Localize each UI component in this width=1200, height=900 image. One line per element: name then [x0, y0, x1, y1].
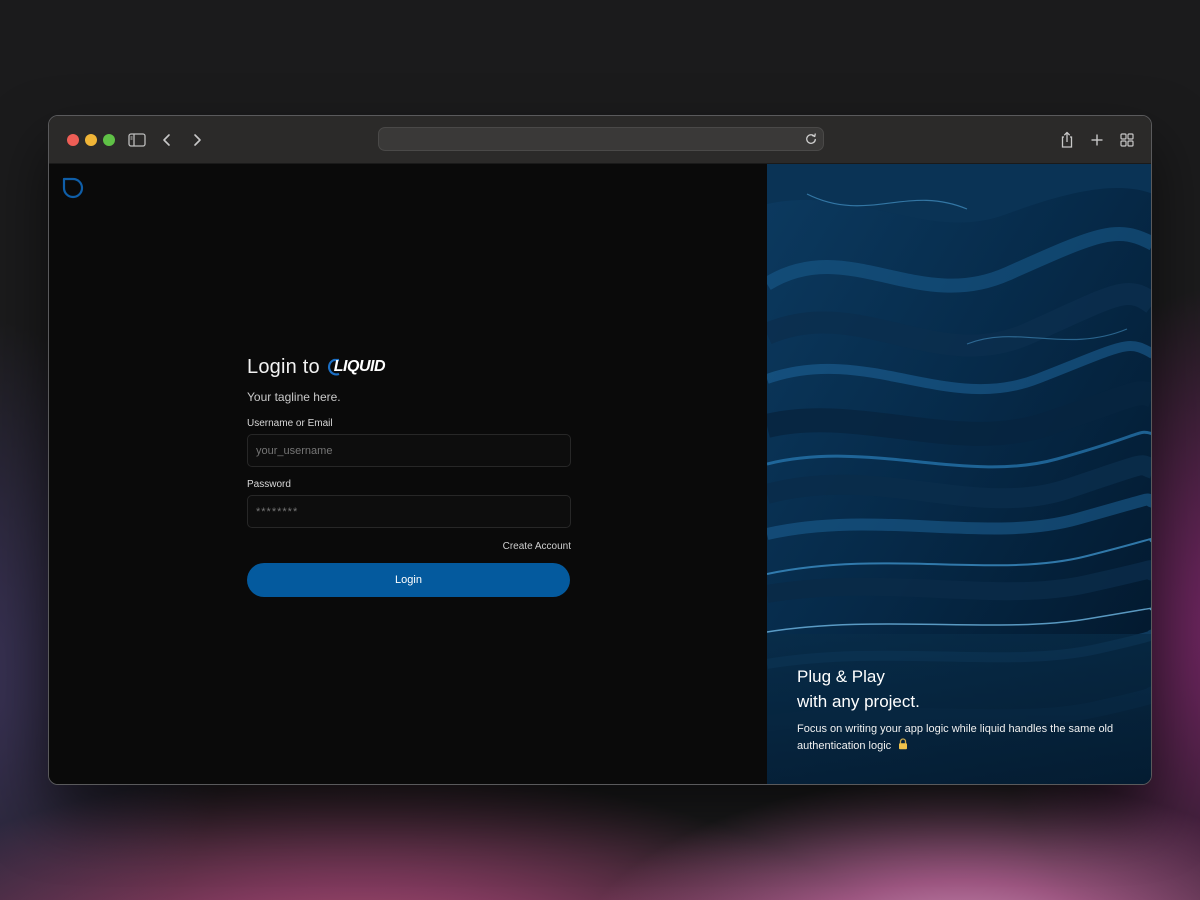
- promo-title-line2: with any project.: [797, 692, 920, 711]
- password-label: Password: [247, 479, 291, 490]
- browser-toolbar: [49, 116, 1151, 164]
- reload-icon[interactable]: [803, 131, 819, 147]
- promo-body: Focus on writing your app logic while li…: [797, 721, 1117, 756]
- page-title: Login to LIQUID: [247, 355, 386, 378]
- liquid-logo-icon[interactable]: [61, 176, 85, 200]
- login-form: Login to LIQUID Your tagline here. Usern…: [247, 354, 571, 597]
- grid-icon[interactable]: [1117, 130, 1137, 150]
- zoom-window-button[interactable]: [103, 134, 115, 146]
- promo-title-line1: Plug & Play: [797, 667, 885, 686]
- brand-name: LIQUID: [333, 358, 386, 375]
- tagline: Your tagline here.: [247, 390, 341, 404]
- login-button[interactable]: Login: [247, 563, 570, 597]
- address-bar[interactable]: [378, 127, 824, 151]
- promo-panel: Plug & Play with any project. Focus on w…: [767, 164, 1151, 784]
- brand-logo: LIQUID: [326, 358, 386, 376]
- minimize-window-button[interactable]: [85, 134, 97, 146]
- plus-icon[interactable]: [1087, 130, 1107, 150]
- username-input[interactable]: [247, 434, 571, 467]
- browser-window: Login to LIQUID Your tagline here. Usern…: [48, 115, 1152, 785]
- share-icon[interactable]: [1057, 130, 1077, 150]
- page-content: Login to LIQUID Your tagline here. Usern…: [49, 164, 1151, 784]
- sidebar-icon[interactable]: [127, 130, 147, 150]
- promo-caption: Plug & Play with any project. Focus on w…: [767, 634, 1151, 784]
- promo-title: Plug & Play with any project.: [797, 664, 1117, 714]
- lock-icon: [898, 738, 908, 756]
- chevron-left-icon[interactable]: [157, 130, 177, 150]
- chevron-right-icon[interactable]: [187, 130, 207, 150]
- close-window-button[interactable]: [67, 134, 79, 146]
- username-label: Username or Email: [247, 418, 333, 429]
- promo-body-text: Focus on writing your app logic while li…: [797, 723, 1114, 752]
- create-account-link[interactable]: Create Account: [247, 541, 571, 552]
- password-input[interactable]: [247, 495, 571, 528]
- login-panel: Login to LIQUID Your tagline here. Usern…: [49, 164, 767, 784]
